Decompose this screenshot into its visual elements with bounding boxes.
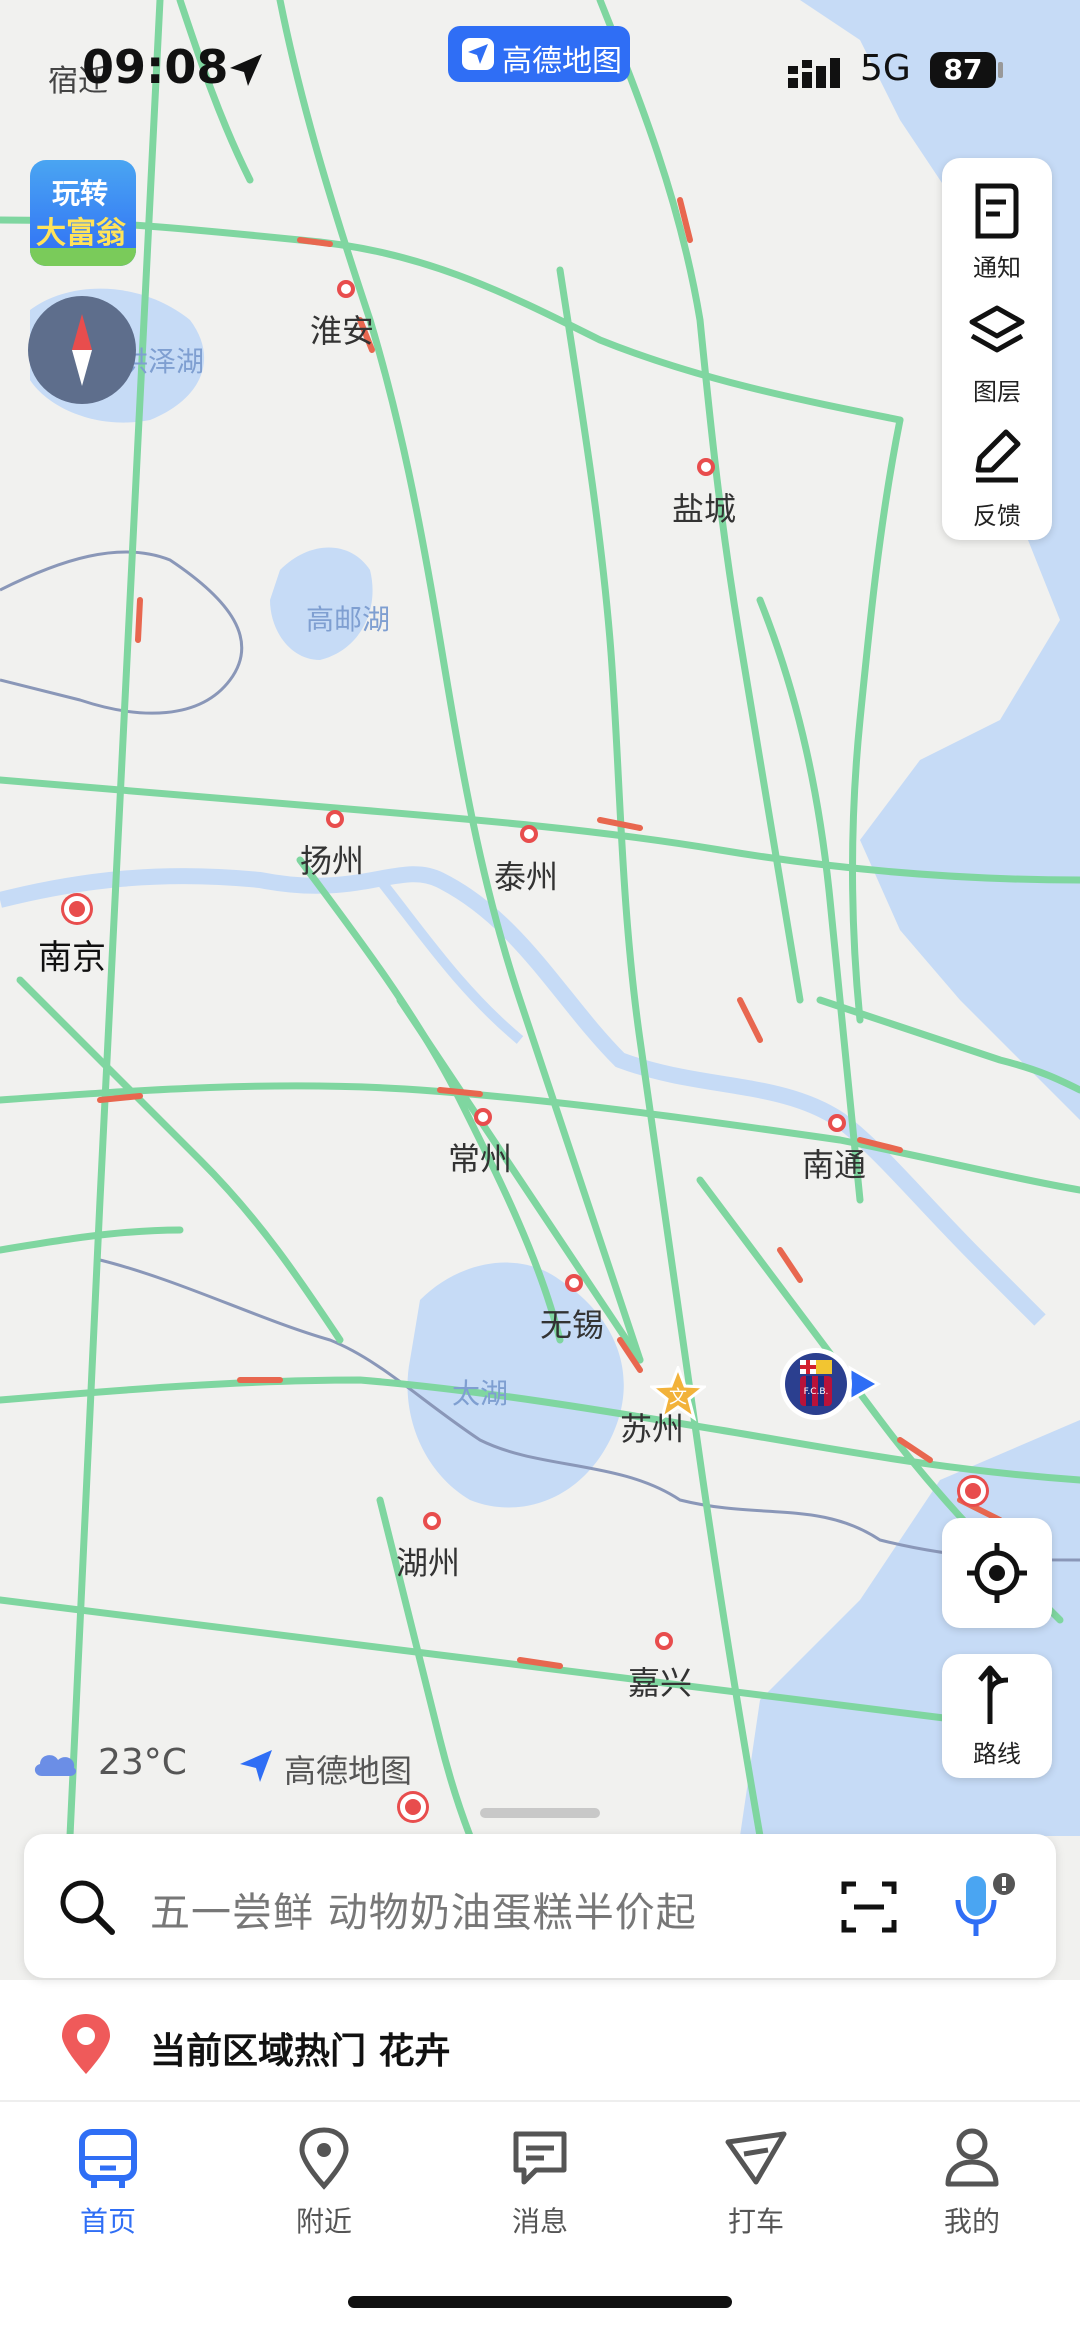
route-label: 路线 <box>973 1740 1021 1768</box>
battery-tip <box>998 62 1003 78</box>
promo-banner[interactable]: 玩转 大富翁 <box>30 160 136 266</box>
city-marker[interactable] <box>474 1108 492 1126</box>
scan-icon[interactable] <box>840 1878 898 1936</box>
tab-taxi[interactable]: 打车 <box>648 2120 864 2250</box>
city-marker[interactable] <box>326 810 344 828</box>
tab-nearby[interactable]: 附近 <box>216 2120 432 2250</box>
top-badge[interactable]: 高德地图 <box>448 26 630 82</box>
search-icon <box>60 1880 115 1935</box>
profile-icon <box>945 2128 999 2187</box>
compass-icon <box>72 314 92 386</box>
home-indicator[interactable] <box>348 2296 732 2308</box>
tab-home[interactable]: 首页 <box>0 2120 216 2250</box>
hot-area-text[interactable]: 当前区域热门 花卉 <box>150 2022 451 2074</box>
status-time: 09:08 <box>82 40 229 94</box>
lake-label: 太湖 <box>452 1377 509 1410</box>
amap-logo-icon <box>462 38 494 70</box>
city-marker[interactable] <box>337 280 355 298</box>
sheet-divider <box>0 2100 1080 2102</box>
tab-home-label: 首页 <box>79 2205 136 2238</box>
layers-icon <box>969 305 1025 353</box>
tab-messages-label: 消息 <box>511 2205 568 2238</box>
feedback-button[interactable]: 反馈 <box>942 416 1052 538</box>
message-icon <box>513 2131 567 2185</box>
city-marker[interactable] <box>423 1512 441 1530</box>
city-label[interactable]: 常州 <box>448 1134 512 1180</box>
amap-watermark-icon <box>238 1748 274 1784</box>
city-marker[interactable] <box>565 1274 583 1292</box>
top-badge-label: 高德地图 <box>502 44 622 79</box>
locate-button[interactable] <box>942 1518 1052 1628</box>
city-marker[interactable] <box>520 825 538 843</box>
route-button[interactable]: 路线 <box>942 1654 1052 1778</box>
search-placeholder[interactable]: 五一尝鲜 动物奶油蛋糕半价起 <box>150 1880 697 1938</box>
city-marker[interactable] <box>828 1114 846 1132</box>
city-label[interactable]: 苏州 <box>620 1404 684 1450</box>
map-tools-panel: 通知 图层 反馈 <box>942 158 1052 540</box>
city-label[interactable]: 扬州 <box>300 836 364 882</box>
compass-button[interactable] <box>28 296 136 404</box>
location-arrow-icon <box>228 52 264 88</box>
location-pin-icon <box>299 2127 349 2190</box>
map-view[interactable]: 洪泽湖 高邮湖 太湖 淮安 盐城 扬州 泰州 南京 常州 南通 无锡 文 苏州 … <box>0 0 1080 1840</box>
notification-label: 通知 <box>973 254 1021 282</box>
tab-nearby-label: 附近 <box>295 2205 352 2238</box>
promo-grass <box>30 248 136 266</box>
city-label[interactable]: 嘉兴 <box>628 1658 692 1704</box>
taxi-icon <box>725 2131 787 2185</box>
weather-temperature[interactable]: 23°C <box>98 1742 187 1783</box>
capital-marker[interactable] <box>400 1794 426 1820</box>
amap-watermark: 高德地图 <box>284 1752 413 1790</box>
promo-line1: 玩转 <box>52 177 109 210</box>
sheet-drag-handle[interactable] <box>480 1808 600 1818</box>
city-label[interactable]: 南通 <box>802 1140 866 1186</box>
tab-messages[interactable]: 消息 <box>432 2120 648 2250</box>
layers-label: 图层 <box>973 378 1021 406</box>
route-icon <box>978 1665 1009 1724</box>
layers-button[interactable]: 图层 <box>942 292 1052 414</box>
city-label[interactable]: 南京 <box>38 930 106 979</box>
city-label[interactable]: 无锡 <box>540 1300 604 1346</box>
map-canvas[interactable] <box>0 0 1080 1840</box>
city-label[interactable]: 盐城 <box>672 484 736 530</box>
city-marker[interactable] <box>655 1632 673 1650</box>
user-location-marker[interactable]: F.C.B. <box>778 1346 888 1426</box>
city-label[interactable]: 泰州 <box>494 852 558 898</box>
battery-level: 87 <box>930 52 996 88</box>
network-type: 5G <box>860 48 911 89</box>
hot-location-pin-icon <box>62 2014 110 2074</box>
bus-icon <box>79 2129 137 2188</box>
feedback-edit-icon <box>975 429 1021 483</box>
tab-profile[interactable]: 我的 <box>864 2120 1080 2250</box>
feedback-label: 反馈 <box>973 502 1021 530</box>
signal-icon <box>788 56 844 90</box>
user-avatar-text: F.C.B. <box>804 1387 829 1397</box>
locate-icon <box>967 1543 1027 1603</box>
city-marker[interactable] <box>697 458 715 476</box>
city-label[interactable]: 湖州 <box>396 1538 460 1584</box>
promo-line2: 大富翁 <box>36 216 126 251</box>
cloud-icon <box>32 1748 78 1778</box>
lake-label: 高邮湖 <box>306 603 391 636</box>
search-bar[interactable]: 五一尝鲜 动物奶油蛋糕半价起 <box>24 1834 1056 1978</box>
notification-button[interactable]: 通知 <box>942 168 1052 290</box>
capital-marker[interactable] <box>64 896 90 922</box>
tab-taxi-label: 打车 <box>727 2205 784 2238</box>
tab-profile-label: 我的 <box>943 2205 1000 2238</box>
voice-mic-icon[interactable] <box>952 1870 1022 1944</box>
city-label[interactable]: 淮安 <box>310 306 374 352</box>
capital-marker[interactable] <box>960 1478 986 1504</box>
notification-icon <box>975 183 1019 239</box>
